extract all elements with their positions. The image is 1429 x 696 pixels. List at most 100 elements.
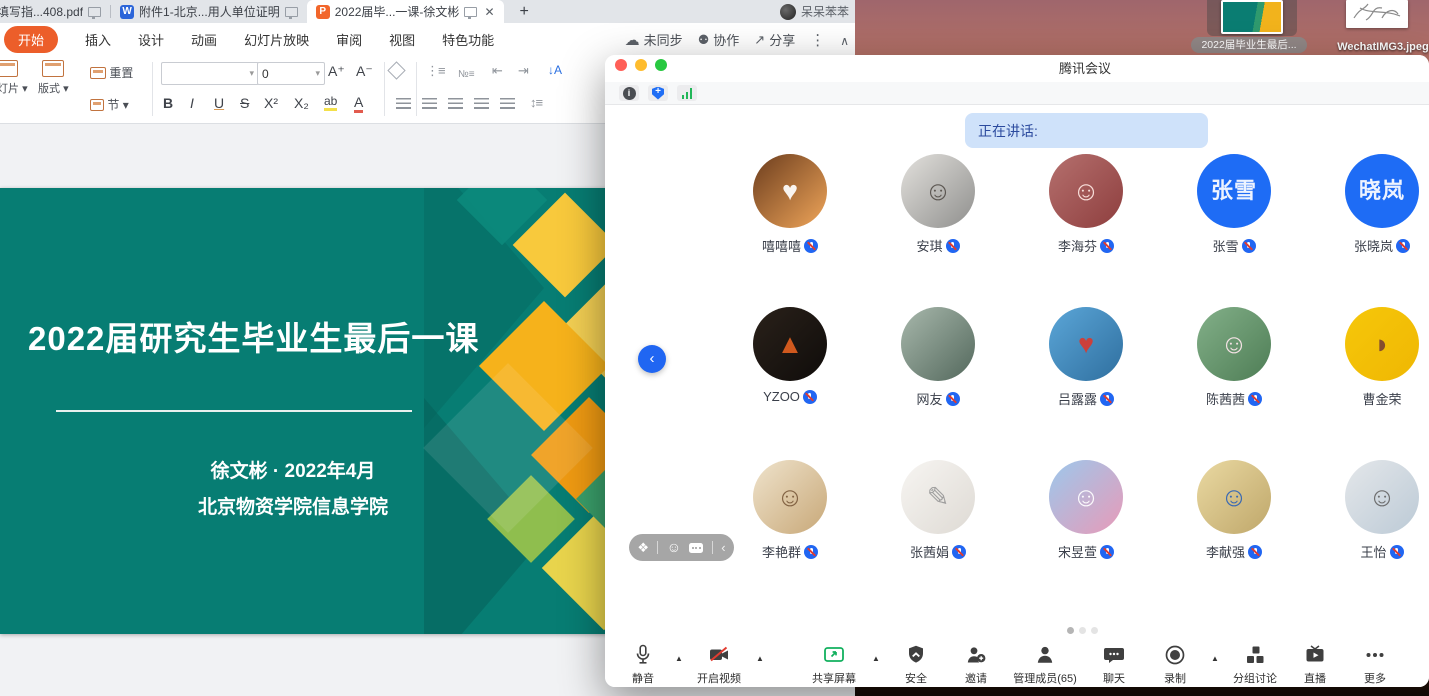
reset-button[interactable]: 重置 xyxy=(90,64,133,81)
grid-page-left-button[interactable] xyxy=(638,345,666,373)
slide-byline[interactable]: 徐文彬 · 2022年4月 xyxy=(120,456,466,483)
more-button[interactable]: 更多 xyxy=(1335,643,1415,686)
participant-cell[interactable]: ☺李艳群 xyxy=(716,460,864,613)
participant-cell[interactable]: ☺陈茜茜 xyxy=(1160,307,1308,460)
close-window-button[interactable] xyxy=(615,59,627,71)
bold-button[interactable]: B xyxy=(163,95,173,111)
share-screen-icon xyxy=(822,643,846,667)
emoji-reaction-icon[interactable] xyxy=(667,539,681,557)
participant-avatar: ☺ xyxy=(1049,154,1123,228)
desktop-file-wechatimg-thumbnail[interactable] xyxy=(1346,0,1408,28)
participant-cell[interactable]: ▲YZOO xyxy=(716,307,864,460)
participant-cell[interactable]: ☺安琪 xyxy=(864,154,1012,307)
wps-ribbon-right: 未同步 协作 分享 xyxy=(625,23,849,56)
chat-bubble-icon[interactable] xyxy=(689,543,703,553)
bullet-list-icon[interactable] xyxy=(426,63,445,79)
new-tab-button[interactable] xyxy=(520,3,529,21)
font-color-button[interactable]: A xyxy=(354,94,363,113)
grid-pagination-dots[interactable] xyxy=(1067,627,1098,634)
more-options-icon[interactable] xyxy=(810,31,825,49)
participant-cell[interactable]: ☺李献强 xyxy=(1160,460,1308,613)
align-left-icon[interactable] xyxy=(396,98,411,109)
ribbon-tab-view[interactable]: 视图 xyxy=(389,30,415,49)
meeting-title-bar[interactable]: 腾讯会议 xyxy=(605,55,1429,81)
collapse-ribbon-icon[interactable] xyxy=(840,32,849,48)
superscript-button[interactable]: X² xyxy=(264,95,278,111)
justify-icon[interactable] xyxy=(474,98,489,109)
tab-writer-doc[interactable]: 附件1-北京...用人单位证明 xyxy=(111,0,307,23)
new-slide-button[interactable]: 幻灯片 xyxy=(0,60,28,96)
quick-action-bar[interactable] xyxy=(629,534,734,561)
account-chip[interactable]: 呆呆苯苯 xyxy=(780,0,849,23)
participant-cell[interactable]: ☺宋昱萱 xyxy=(1012,460,1160,613)
section-button[interactable]: 节 xyxy=(90,96,129,113)
align-center-icon[interactable] xyxy=(422,98,437,109)
desktop-file-wechatimg-label[interactable]: WechatIMG3.jpeg xyxy=(1323,41,1429,53)
participant-cell[interactable]: 张雪张雪 xyxy=(1160,154,1308,307)
apps-icon[interactable] xyxy=(637,539,649,557)
highlight-color-button[interactable]: ab xyxy=(324,94,337,111)
line-spacing-icon[interactable] xyxy=(530,95,542,110)
clear-format-icon[interactable] xyxy=(390,64,403,80)
section-icon xyxy=(90,99,104,111)
grow-font-button[interactable]: A⁺ xyxy=(328,63,345,80)
ribbon-tab-animation[interactable]: 动画 xyxy=(191,30,217,49)
tab-presentation-active[interactable]: 2022届毕...一课-徐文彬 xyxy=(307,0,504,23)
page-dot[interactable] xyxy=(1091,627,1098,634)
strikethrough-button[interactable]: S xyxy=(240,95,249,111)
video-options-arrow[interactable] xyxy=(756,654,764,663)
start-video-button[interactable]: 开启视频 xyxy=(679,643,759,686)
page-dot[interactable] xyxy=(1079,627,1086,634)
participant-cell[interactable]: ☺王怡 xyxy=(1308,460,1429,613)
participant-cell[interactable]: 晓岚张晓岚 xyxy=(1308,154,1429,307)
desktop-file-presentation-thumbnail[interactable] xyxy=(1221,0,1283,34)
participant-cell[interactable]: ☺李海芬 xyxy=(1012,154,1160,307)
participant-cell[interactable]: ◗曹金荣 xyxy=(1308,307,1429,460)
distribute-icon[interactable] xyxy=(500,98,515,109)
decrease-indent-icon[interactable] xyxy=(492,63,503,79)
participant-cell[interactable]: ♥嘻嘻嘻 xyxy=(716,154,864,307)
sync-status[interactable]: 未同步 xyxy=(625,30,683,49)
page-dot-active[interactable] xyxy=(1067,627,1074,634)
desktop-file-presentation-label[interactable]: 2022届毕业生最后... xyxy=(1191,37,1307,53)
record-button[interactable]: 录制 xyxy=(1135,643,1215,686)
numbered-list-icon[interactable] xyxy=(458,65,475,80)
font-family-combo[interactable] xyxy=(161,62,259,85)
increase-indent-icon[interactable] xyxy=(518,63,529,79)
italic-button[interactable]: I xyxy=(190,95,194,111)
share-button[interactable]: 分享 xyxy=(754,30,795,49)
layout-button[interactable]: 版式 xyxy=(38,60,69,96)
ribbon-tab-slideshow[interactable]: 幻灯片放映 xyxy=(244,30,309,49)
ribbon-tab-design[interactable]: 设计 xyxy=(138,30,164,49)
collaborate-button[interactable]: 协作 xyxy=(698,30,740,49)
subscript-button[interactable]: X₂ xyxy=(294,95,309,111)
align-right-icon[interactable] xyxy=(448,98,463,109)
zoom-window-button[interactable] xyxy=(655,59,667,71)
ribbon-tab-home-active[interactable]: 开始 xyxy=(4,26,58,53)
collapse-bar-icon[interactable] xyxy=(721,540,725,555)
slide-canvas[interactable]: 2022届研究生毕业生最后一课 徐文彬 · 2022年4月 北京物资学院信息学院 xyxy=(0,188,613,634)
slide-title[interactable]: 2022届研究生毕业生最后一课 xyxy=(28,312,498,360)
text-direction-icon[interactable] xyxy=(548,63,562,77)
tab-pdf[interactable]: 填写指...408.pdf xyxy=(0,0,110,23)
shrink-font-button[interactable]: A⁻ xyxy=(356,63,373,80)
ribbon-tab-insert[interactable]: 插入 xyxy=(85,30,111,49)
ribbon-tab-special[interactable]: 特色功能 xyxy=(442,30,494,49)
meeting-bottom-toolbar: 静音 开启视频 共享屏幕 安全 邀请 管理成员(65) 聊天 xyxy=(605,640,1429,687)
ribbon-tab-review[interactable]: 审阅 xyxy=(336,30,362,49)
participant-cell[interactable]: 网友 xyxy=(864,307,1012,460)
minimize-window-button[interactable] xyxy=(635,59,647,71)
close-tab-icon[interactable] xyxy=(484,5,494,19)
meeting-network-chip[interactable] xyxy=(677,85,697,101)
font-size-combo[interactable]: 0 xyxy=(257,62,325,85)
underline-button[interactable]: U xyxy=(214,95,224,111)
meeting-info-chip[interactable] xyxy=(619,85,639,101)
breakout-rooms-icon xyxy=(1243,643,1267,667)
participant-cell[interactable]: ✎张茜娟 xyxy=(864,460,1012,613)
slide-organization[interactable]: 北京物资学院信息学院 xyxy=(120,492,466,519)
meeting-security-chip[interactable] xyxy=(648,85,668,101)
share-screen-button[interactable]: 共享屏幕 xyxy=(794,643,874,686)
mute-button[interactable]: 静音 xyxy=(603,643,683,686)
muted-mic-icon xyxy=(952,545,966,559)
participant-cell[interactable]: ♥吕露露 xyxy=(1012,307,1160,460)
